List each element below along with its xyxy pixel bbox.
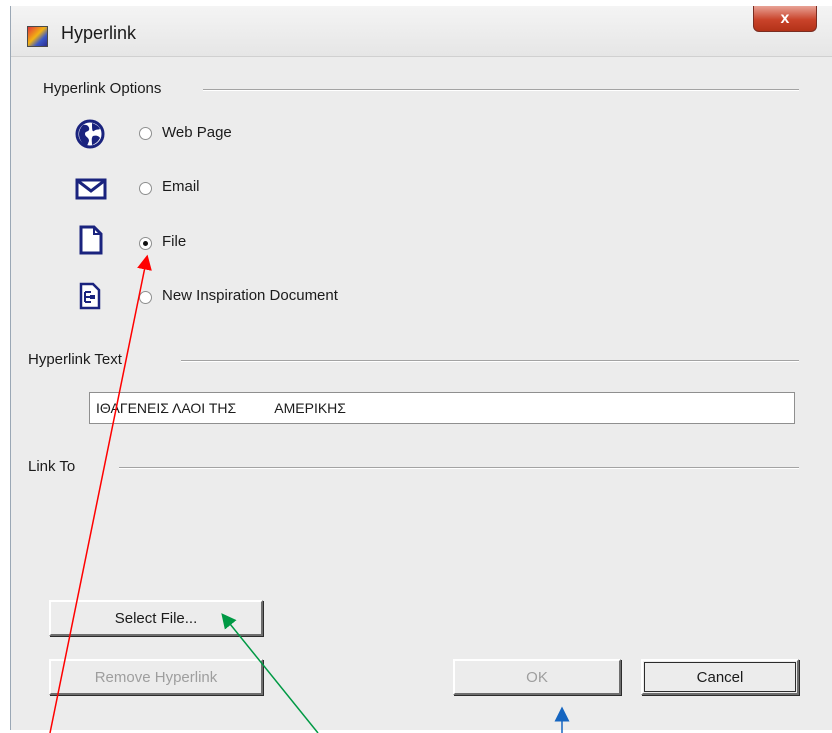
green-annotation-arrow (221, 613, 319, 733)
red-annotation-arrow (49, 254, 152, 733)
annotation-arrows (49, 254, 570, 733)
